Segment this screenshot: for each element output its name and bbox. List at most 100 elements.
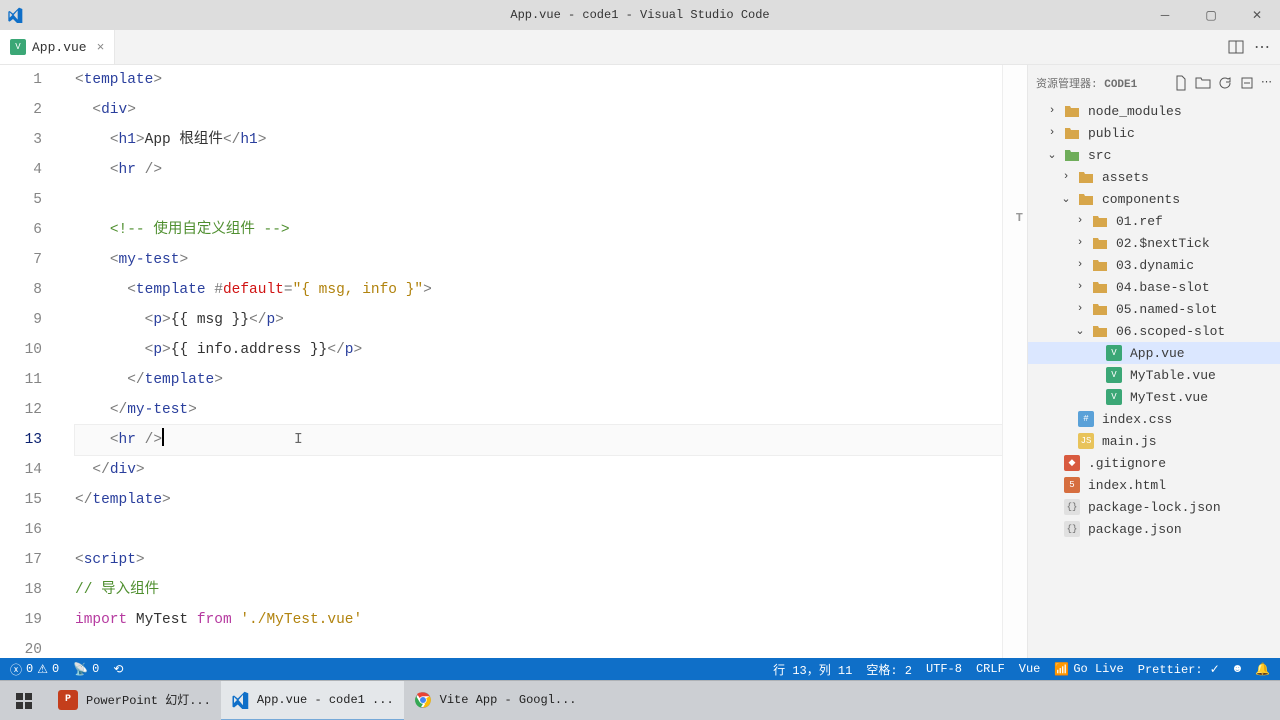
- tree-item-label: .gitignore: [1088, 456, 1166, 471]
- chevron-icon: ›: [1072, 281, 1088, 293]
- folder-node-modules[interactable]: › node_modules: [1028, 100, 1280, 122]
- status-prettier[interactable]: Prettier: ✓: [1138, 662, 1220, 677]
- split-editor-icon[interactable]: [1228, 39, 1244, 55]
- chevron-icon: ›: [1072, 237, 1088, 249]
- chevron-icon: ›: [1044, 105, 1060, 117]
- start-button[interactable]: [0, 693, 48, 709]
- file-icon: V: [1106, 345, 1122, 361]
- folder-02-nexttick[interactable]: ›02.$nextTick: [1028, 232, 1280, 254]
- taskbar-powerpoint[interactable]: PPowerPoint 幻灯...: [48, 681, 221, 720]
- file-gitignore[interactable]: ◆ .gitignore: [1028, 452, 1280, 474]
- file-icon: {}: [1064, 521, 1080, 537]
- tree-item-label: index.css: [1102, 412, 1172, 427]
- folder-icon: [1092, 257, 1108, 273]
- code-line[interactable]: <div>: [75, 95, 1002, 125]
- code-line[interactable]: <p>{{ msg }}</p>: [75, 305, 1002, 335]
- folder-03-dynamic[interactable]: ›03.dynamic: [1028, 254, 1280, 276]
- folder-public[interactable]: ›public: [1028, 122, 1280, 144]
- new-folder-icon[interactable]: [1195, 75, 1211, 91]
- folder-icon: [1064, 147, 1080, 163]
- code-line[interactable]: [75, 635, 1002, 658]
- folder-04-base-slot[interactable]: ›04.base-slot: [1028, 276, 1280, 298]
- code-line[interactable]: <template #default="{ msg, info }">: [75, 275, 1002, 305]
- folder-assets[interactable]: ›assets: [1028, 166, 1280, 188]
- maximize-button[interactable]: ▢: [1188, 0, 1234, 30]
- file-icon: ◆: [1064, 455, 1080, 471]
- file-mytable-vue[interactable]: VMyTable.vue: [1028, 364, 1280, 386]
- file-package-lock[interactable]: {}package-lock.json: [1028, 496, 1280, 518]
- line-number: 2: [0, 95, 42, 125]
- code-line[interactable]: <hr />: [75, 155, 1002, 185]
- refresh-icon[interactable]: [1217, 75, 1233, 91]
- line-number: 7: [0, 245, 42, 275]
- file-app-vue[interactable]: VApp.vue: [1028, 342, 1280, 364]
- code-line[interactable]: </template>: [75, 485, 1002, 515]
- file-index-html[interactable]: 5index.html: [1028, 474, 1280, 496]
- sidebar-more-icon[interactable]: ⋯: [1261, 75, 1272, 91]
- code-line[interactable]: </my-test>: [75, 395, 1002, 425]
- more-actions-icon[interactable]: ⋯: [1254, 37, 1270, 57]
- folder-06-scoped-slot[interactable]: ⌄06.scoped-slot: [1028, 320, 1280, 342]
- status-encoding[interactable]: UTF-8: [926, 662, 962, 676]
- status-errors[interactable]: ⓧ 0 ⚠ 0: [10, 661, 59, 678]
- code-line[interactable]: import MyTest from './MyTest.vue': [75, 605, 1002, 635]
- window-title: App.vue - code1 - Visual Studio Code: [510, 8, 769, 22]
- file-tree[interactable]: ›node_modules›public⌄src›assets⌄componen…: [1028, 100, 1280, 658]
- code-line[interactable]: </div>: [75, 455, 1002, 485]
- code-area[interactable]: <template> <div> <h1>App 根组件</h1> <hr />…: [60, 65, 1002, 658]
- status-indentation[interactable]: 空格: 2: [866, 661, 912, 678]
- code-line[interactable]: </template>: [75, 365, 1002, 395]
- status-bell-icon[interactable]: 🔔: [1255, 662, 1270, 677]
- tree-item-label: 05.named-slot: [1116, 302, 1217, 317]
- code-line[interactable]: <template>: [75, 65, 1002, 95]
- tree-item-label: components: [1102, 192, 1180, 207]
- minimize-button[interactable]: ─: [1142, 0, 1188, 30]
- code-line[interactable]: <p>{{ info.address }}</p>: [75, 335, 1002, 365]
- title-bar: App.vue - code1 - Visual Studio Code ─ ▢…: [0, 0, 1280, 30]
- status-ports[interactable]: 📡 0: [73, 662, 99, 677]
- file-main-js[interactable]: JSmain.js: [1028, 430, 1280, 452]
- close-window-button[interactable]: ✕: [1234, 0, 1280, 30]
- code-line[interactable]: <!-- 使用自定义组件 -->: [75, 215, 1002, 245]
- line-number: 15: [0, 485, 42, 515]
- file-icon: JS: [1078, 433, 1094, 449]
- code-line[interactable]: <h1>App 根组件</h1>: [75, 125, 1002, 155]
- tree-item-label: public: [1088, 126, 1135, 141]
- folder-01-ref[interactable]: ›01.ref: [1028, 210, 1280, 232]
- folder-src[interactable]: ⌄src: [1028, 144, 1280, 166]
- collapse-all-icon[interactable]: [1239, 75, 1255, 91]
- status-sync-icon[interactable]: ⟲: [113, 662, 123, 677]
- line-number: 19: [0, 605, 42, 635]
- status-cursor-position[interactable]: 行 13，列 11: [773, 661, 852, 678]
- tree-item-label: node_modules: [1088, 104, 1182, 119]
- minimap[interactable]: T: [1002, 65, 1027, 658]
- close-tab-icon[interactable]: ×: [97, 40, 105, 55]
- tree-item-label: MyTable.vue: [1130, 368, 1216, 383]
- status-language[interactable]: Vue: [1019, 662, 1041, 676]
- file-mytest-vue[interactable]: VMyTest.vue: [1028, 386, 1280, 408]
- status-golive[interactable]: 📶 Go Live: [1054, 662, 1123, 677]
- taskbar-chrome[interactable]: Vite App - Googl...: [404, 681, 587, 720]
- code-line[interactable]: // 导入组件: [75, 575, 1002, 605]
- code-editor[interactable]: 123456789101112131415161718192021 <templ…: [0, 65, 1027, 658]
- status-feedback-icon[interactable]: ☻: [1234, 662, 1241, 676]
- code-line[interactable]: <my-test>: [75, 245, 1002, 275]
- chevron-icon: ›: [1072, 259, 1088, 271]
- new-file-icon[interactable]: [1173, 75, 1189, 91]
- file-package-json[interactable]: {}package.json: [1028, 518, 1280, 540]
- folder-icon: [1064, 103, 1080, 119]
- mouse-text-cursor-icon: I: [294, 425, 303, 455]
- taskbar-vscode[interactable]: App.vue - code1 ...: [221, 681, 404, 720]
- line-number: 3: [0, 125, 42, 155]
- code-line[interactable]: <hr />I: [75, 425, 1002, 455]
- folder-icon: [1064, 125, 1080, 141]
- folder-components[interactable]: ⌄ components: [1028, 188, 1280, 210]
- file-index-css[interactable]: #index.css: [1028, 408, 1280, 430]
- status-eol[interactable]: CRLF: [976, 662, 1005, 676]
- chevron-icon: ⌄: [1058, 192, 1074, 206]
- code-line[interactable]: [75, 185, 1002, 215]
- code-line[interactable]: [75, 515, 1002, 545]
- code-line[interactable]: <script>: [75, 545, 1002, 575]
- folder-05-named-slot[interactable]: ›05.named-slot: [1028, 298, 1280, 320]
- tab-app-vue[interactable]: V App.vue ×: [0, 30, 115, 64]
